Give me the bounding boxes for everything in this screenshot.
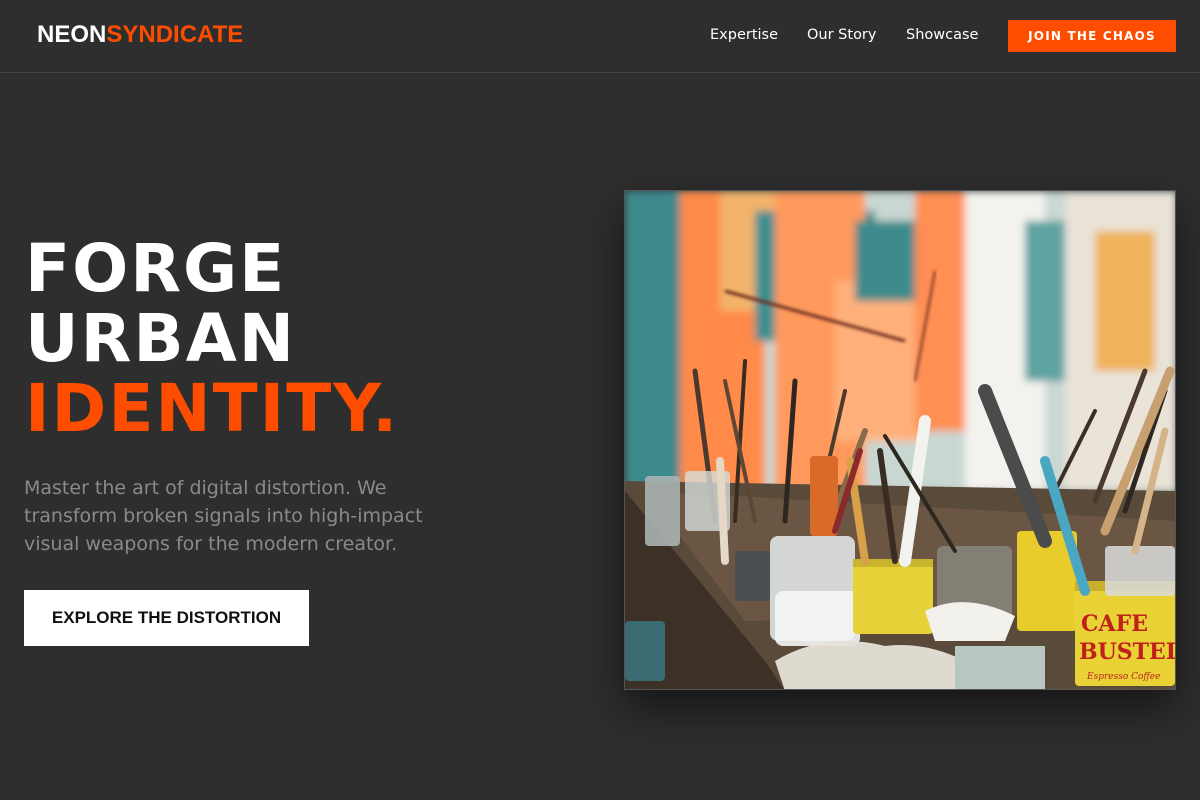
join-the-chaos-button[interactable]: JOIN THE CHAOS <box>1008 20 1176 52</box>
hero-image: CAFE BUSTELO Espresso Coffee <box>624 190 1176 690</box>
can-small-text: Espresso Coffee <box>1086 672 1160 682</box>
can-label-bottom: BUSTELO <box>1079 639 1176 665</box>
logo[interactable]: NEONSYNDICATE <box>37 20 243 50</box>
nav-link-showcase[interactable]: Showcase <box>906 25 978 45</box>
studio-photo-illustration: CAFE BUSTELO Espresso Coffee <box>625 191 1176 689</box>
explore-the-distortion-button[interactable]: EXPLORE THE DISTORTION <box>24 590 309 646</box>
hero-subtitle: Master the art of digital distortion. We… <box>24 477 423 555</box>
headline-line-2: URBAN <box>25 300 297 377</box>
site-header: NEONSYNDICATE Expertise Our Story Showca… <box>0 0 1200 73</box>
headline-line-3: IDENTITY. <box>25 370 400 447</box>
nav-link-our-story[interactable]: Our Story <box>807 25 876 45</box>
headline-line-1: FORGE <box>25 230 287 307</box>
logo-part-neon: NEON <box>37 21 107 48</box>
nav-link-expertise[interactable]: Expertise <box>710 25 778 45</box>
hero-headline: FORGE URBAN IDENTITY. <box>25 234 399 444</box>
can-label-top: CAFE <box>1081 611 1148 637</box>
logo-part-syndicate: SYNDICATE <box>106 21 244 48</box>
